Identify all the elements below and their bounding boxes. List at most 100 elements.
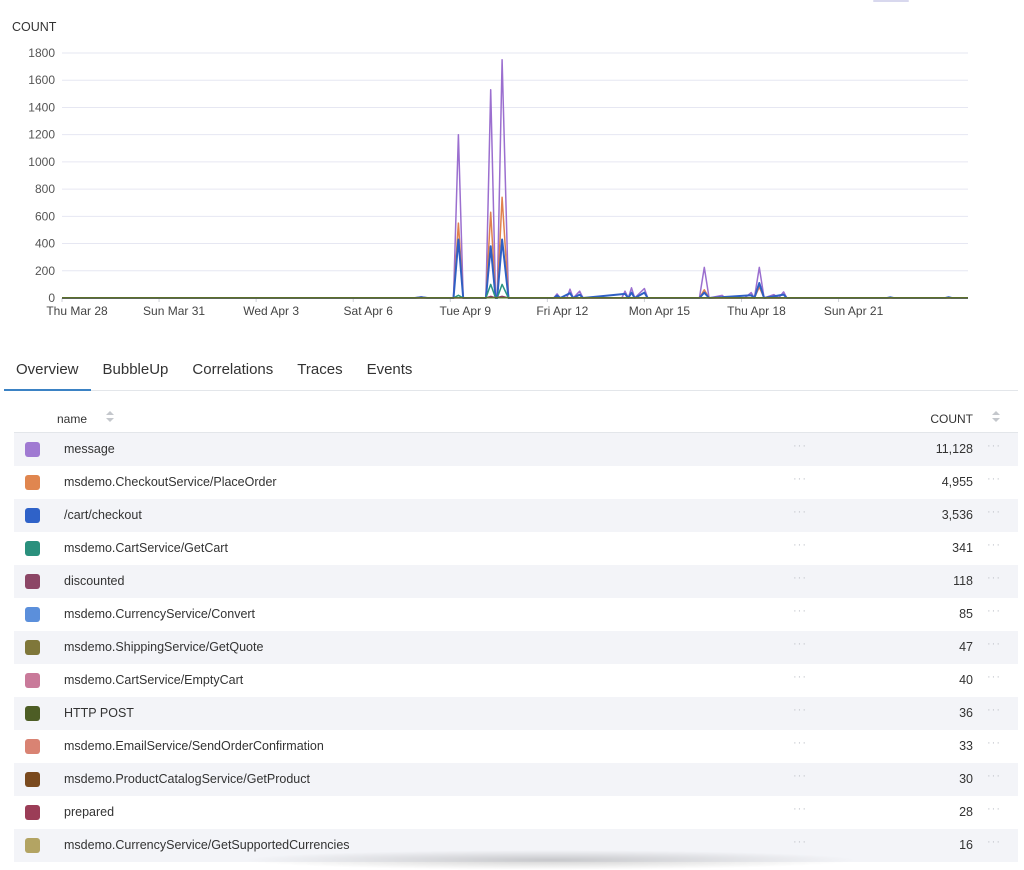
table-row[interactable]: HTTP POST ··· 36 ··· (14, 697, 1018, 730)
y-axis-title: COUNT (12, 20, 57, 34)
y-tick-label: 1600 (28, 73, 55, 87)
column-header-name[interactable]: name (57, 412, 87, 426)
table-row[interactable]: prepared ··· 28 ··· (14, 796, 1018, 829)
y-tick-label: 1400 (28, 100, 55, 114)
row-name-menu-icon[interactable]: ··· (793, 473, 807, 485)
series-color-swatch (25, 772, 40, 787)
series-line-cart-checkout (62, 238, 968, 299)
table-header: name COUNT (14, 404, 1018, 433)
row-name-menu-icon[interactable]: ··· (793, 572, 807, 584)
row-name-menu-icon[interactable]: ··· (793, 506, 807, 518)
x-tick-label: Sun Apr 21 (824, 304, 884, 318)
row-count-menu-icon[interactable]: ··· (987, 506, 1001, 518)
y-tick-label: 1800 (28, 46, 55, 60)
table-row[interactable]: msdemo.EmailService/SendOrderConfirmatio… (14, 730, 1018, 763)
count-line-chart: COUNT 020040060080010001200140016001800 … (12, 20, 968, 318)
row-name: msdemo.CurrencyService/Convert (64, 607, 256, 621)
row-count-menu-icon[interactable]: ··· (987, 803, 1001, 815)
x-tick-label: Mon Apr 15 (629, 304, 691, 318)
row-name-menu-icon[interactable]: ··· (793, 440, 807, 452)
series-color-swatch (25, 739, 40, 754)
results-table: name COUNT message ··· 11,128 ··· msdemo.Che… (14, 404, 1018, 862)
series-color-swatch (25, 442, 40, 457)
row-name: discounted (64, 574, 125, 588)
series-color-swatch (25, 574, 40, 589)
tab-bar: Overview BubbleUp Correlations Traces Ev… (4, 350, 1018, 391)
row-name-menu-icon[interactable]: ··· (793, 836, 807, 848)
y-tick-label: 800 (35, 182, 55, 196)
row-count-menu-icon[interactable]: ··· (987, 638, 1001, 650)
row-name: msdemo.EmailService/SendOrderConfirmatio… (64, 739, 324, 753)
series-line-message (62, 59, 968, 299)
row-count: 30 (959, 772, 973, 786)
row-count-menu-icon[interactable]: ··· (987, 737, 1001, 749)
table-row[interactable]: msdemo.CartService/EmptyCart ··· 40 ··· (14, 664, 1018, 697)
row-name: prepared (64, 805, 115, 819)
row-count-menu-icon[interactable]: ··· (987, 770, 1001, 782)
table-row[interactable]: message ··· 11,128 ··· (14, 433, 1018, 466)
table-row[interactable]: msdemo.ShippingService/GetQuote ··· 47 ··· (14, 631, 1018, 664)
row-count: 85 (959, 607, 973, 621)
y-tick-label: 1200 (28, 128, 55, 142)
row-name: msdemo.CartService/EmptyCart (64, 673, 244, 687)
tab-traces[interactable]: Traces (285, 350, 354, 390)
row-name-menu-icon[interactable]: ··· (793, 704, 807, 716)
row-name: msdemo.ShippingService/GetQuote (64, 640, 264, 654)
row-name-menu-icon[interactable]: ··· (793, 770, 807, 782)
row-count: 16 (959, 838, 973, 852)
x-tick-label: Sun Mar 31 (143, 304, 205, 318)
series-color-swatch (25, 673, 40, 688)
y-tick-label: 200 (35, 264, 55, 278)
row-count: 341 (952, 541, 973, 555)
row-count-menu-icon[interactable]: ··· (987, 440, 1001, 452)
x-tick-label: Fri Apr 12 (536, 304, 588, 318)
row-name-menu-icon[interactable]: ··· (793, 737, 807, 749)
series-color-swatch (25, 607, 40, 622)
row-count: 36 (959, 706, 973, 720)
row-count: 33 (959, 739, 973, 753)
row-count: 40 (959, 673, 973, 687)
y-tick-label: 0 (48, 291, 55, 305)
row-count-menu-icon[interactable]: ··· (987, 473, 1001, 485)
table-row[interactable]: /cart/checkout ··· 3,536 ··· (14, 499, 1018, 532)
tab-bubbleup[interactable]: BubbleUp (91, 350, 181, 390)
table-row[interactable]: msdemo.CartService/GetCart ··· 341 ··· (14, 532, 1018, 565)
series-line-msdemo-cartservice-getcart (62, 283, 968, 299)
series-color-swatch (25, 541, 40, 556)
row-name: HTTP POST (64, 706, 134, 720)
sort-name-icon[interactable] (106, 411, 114, 423)
y-tick-label: 400 (35, 237, 55, 251)
row-name-menu-icon[interactable]: ··· (793, 539, 807, 551)
row-count-menu-icon[interactable]: ··· (987, 836, 1001, 848)
table-row[interactable]: msdemo.ProductCatalogService/GetProduct ·… (14, 763, 1018, 796)
row-count-menu-icon[interactable]: ··· (987, 572, 1001, 584)
row-count-menu-icon[interactable]: ··· (987, 671, 1001, 683)
sort-count-icon[interactable] (992, 411, 1000, 423)
row-name: msdemo.CheckoutService/PlaceOrder (64, 475, 277, 489)
row-name-menu-icon[interactable]: ··· (793, 803, 807, 815)
row-count: 47 (959, 640, 973, 654)
y-tick-label: 1000 (28, 155, 55, 169)
row-count: 118 (953, 574, 973, 588)
series-color-swatch (25, 805, 40, 820)
tab-correlations[interactable]: Correlations (180, 350, 285, 390)
x-tick-label: Thu Mar 28 (46, 304, 108, 318)
table-row[interactable]: msdemo.CheckoutService/PlaceOrder ··· 4,95… (14, 466, 1018, 499)
row-name-menu-icon[interactable]: ··· (793, 605, 807, 617)
column-header-count[interactable]: COUNT (930, 412, 973, 426)
series-color-swatch (25, 508, 40, 523)
series-color-swatch (25, 706, 40, 721)
row-name: message (64, 442, 115, 456)
row-count-menu-icon[interactable]: ··· (987, 605, 1001, 617)
row-count: 11,128 (935, 442, 973, 456)
tab-overview[interactable]: Overview (4, 350, 91, 391)
row-name-menu-icon[interactable]: ··· (793, 671, 807, 683)
x-tick-label: Sat Apr 6 (344, 304, 394, 318)
series-color-swatch (25, 640, 40, 655)
row-count-menu-icon[interactable]: ··· (987, 539, 1001, 551)
table-row[interactable]: discounted ··· 118 ··· (14, 565, 1018, 598)
row-count-menu-icon[interactable]: ··· (987, 704, 1001, 716)
table-row[interactable]: msdemo.CurrencyService/Convert ··· 85 ··· (14, 598, 1018, 631)
row-name-menu-icon[interactable]: ··· (793, 638, 807, 650)
tab-events[interactable]: Events (355, 350, 425, 390)
